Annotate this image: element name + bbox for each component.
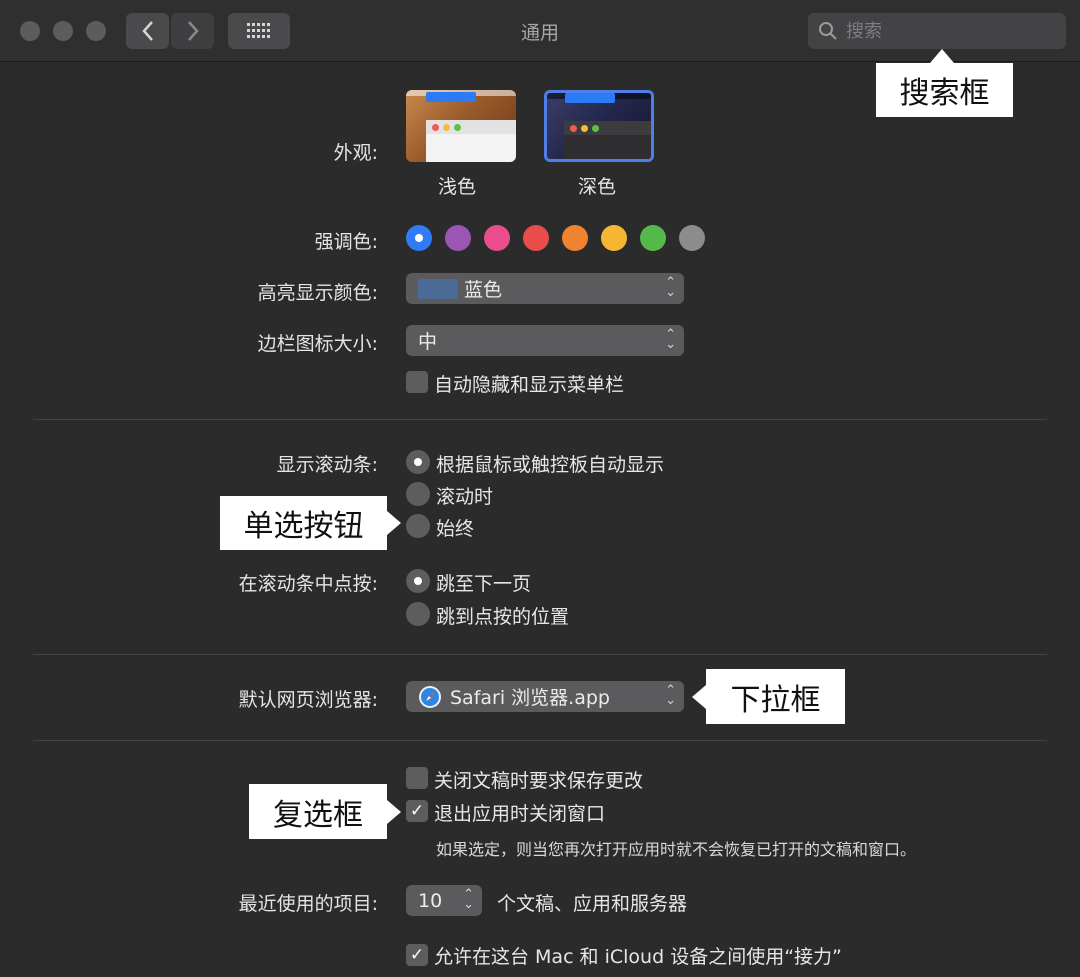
chevron-updown-icon: ⌃ ⌄ [665,327,676,352]
appearance-label: 外观: [333,142,378,164]
chevron-right-icon [187,21,199,41]
forward-button[interactable] [171,13,214,49]
highlight-color-label: 高亮显示颜色: [257,282,378,304]
scrollbars-option-auto: 根据鼠标或触控板自动显示 [436,454,665,476]
chevron-updown-icon: ⌃ ⌄ [665,683,676,708]
accent-color-swatch[interactable] [562,225,588,251]
section-divider [33,419,1047,420]
appearance-light-option[interactable] [406,90,516,162]
ask-save-on-close-label: 关闭文稿时要求保存更改 [434,770,644,792]
callout-arrow [692,685,706,709]
accent-color-swatch[interactable] [679,225,705,251]
highlight-color-select[interactable]: 蓝色 ⌃ ⌄ [406,273,684,304]
default-browser-label: 默认网页浏览器: [238,689,378,711]
appearance-light-label: 浅色 [438,176,477,198]
callout-radio-button: 单选按钮 [220,496,387,550]
show-scrollbars-label: 显示滚动条: [276,454,378,476]
close-windows-on-quit-label: 退出应用时关闭窗口 [434,803,606,825]
sidebar-icon-size-select[interactable]: 中 ⌃ ⌄ [406,325,684,356]
checkmark-icon: ✓ [409,945,425,965]
accent-color-swatch[interactable] [406,225,432,251]
default-browser-select[interactable]: Safari 浏览器.app ⌃ ⌄ [406,681,684,712]
click-scroll-option-next-page: 跳至下一页 [436,573,532,595]
safari-icon [419,685,441,708]
accent-color-swatch[interactable] [523,225,549,251]
close-windows-hint: 如果选定，则当您再次打开应用时就不会恢复已打开的文稿和窗口。 [436,840,917,859]
default-browser-value: Safari 浏览器.app [450,687,610,709]
click-scrollbar-label: 在滚动条中点按: [238,573,378,595]
accent-color-swatch[interactable] [484,225,510,251]
section-divider [33,654,1047,655]
section-divider [33,740,1047,741]
appearance-dark-label: 深色 [578,176,617,198]
accent-color-label: 强调色: [314,231,378,253]
sidebar-icon-size-label: 边栏图标大小: [257,333,378,355]
scrollbars-option-scrolling: 滚动时 [436,486,494,508]
accent-color-swatch[interactable] [445,225,471,251]
callout-checkbox: 复选框 [249,784,387,839]
allow-handoff-label: 允许在这台 Mac 和 iCloud 设备之间使用“接力” [434,946,842,968]
callout-arrow [387,800,401,824]
click-scroll-option-jump: 跳到点按的位置 [436,606,570,628]
scrollbars-radio-auto[interactable] [406,450,430,474]
auto-hide-menubar-label: 自动隐藏和显示菜单栏 [434,374,625,396]
scrollbars-radio-scrolling[interactable] [406,482,430,506]
callout-dropdown: 下拉框 [706,669,845,724]
search-icon [819,22,837,40]
allow-handoff-checkbox[interactable]: ✓ [406,944,428,966]
chevron-updown-icon: ⌃ ⌄ [463,887,474,912]
scrollbars-radio-always[interactable] [406,514,430,538]
grid-icon [247,23,270,38]
recent-items-stepper[interactable]: 10 ⌃ ⌄ [406,885,482,916]
zoom-window-button[interactable] [86,21,106,41]
highlight-swatch [418,278,458,299]
ask-save-on-close-checkbox[interactable] [406,767,428,789]
sidebar-icon-size-value: 中 [418,331,438,353]
window-title: 通用 [520,22,559,44]
minimize-window-button[interactable] [53,21,73,41]
recent-items-label: 最近使用的项目: [238,893,378,915]
back-button[interactable] [126,13,169,49]
close-window-button[interactable] [20,21,40,41]
search-input[interactable] [846,20,1046,42]
checkmark-icon: ✓ [409,801,425,821]
auto-hide-menubar-checkbox[interactable] [406,371,428,393]
recent-items-value: 10 [418,889,443,912]
search-box[interactable] [808,13,1066,49]
click-scroll-radio-next-page[interactable] [406,569,430,593]
callout-search-box: 搜索框 [876,63,1013,117]
highlight-color-value: 蓝色 [464,279,503,301]
callout-arrow [930,49,954,63]
chevron-left-icon [141,21,153,41]
click-scroll-radio-jump[interactable] [406,602,430,626]
scrollbars-option-always: 始终 [436,518,475,540]
appearance-dark-option[interactable] [544,90,654,162]
chevron-updown-icon: ⌃ ⌄ [665,275,676,300]
callout-arrow [387,511,401,535]
accent-color-swatch[interactable] [640,225,666,251]
close-windows-on-quit-checkbox[interactable]: ✓ [406,800,428,822]
recent-items-suffix: 个文稿、应用和服务器 [497,893,688,915]
title-bar: 通用 [0,0,1080,62]
accent-color-swatch[interactable] [601,225,627,251]
show-all-button[interactable] [228,13,290,49]
